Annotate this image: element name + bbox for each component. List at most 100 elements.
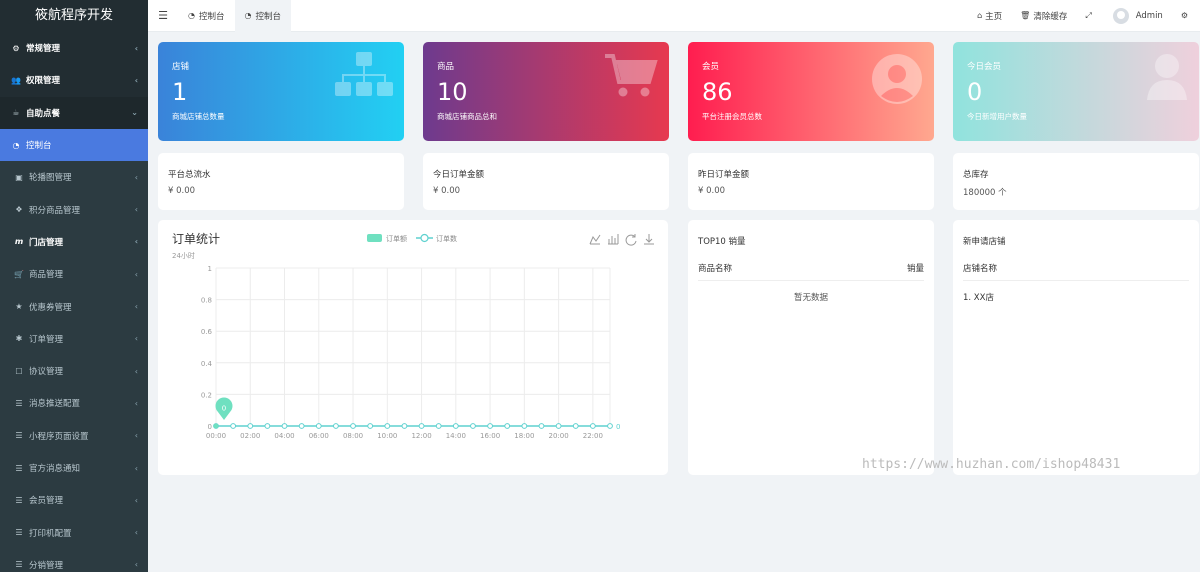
sidebar-item-8[interactable]: ★ 优惠券管理 ‹ bbox=[0, 290, 148, 323]
sidebar-item-7[interactable]: 🛒 商品管理 ‹ bbox=[0, 258, 148, 291]
column-header-shop: 店铺名称 bbox=[963, 264, 998, 274]
tab-dashboard-1[interactable]: ◔ 控制台 bbox=[178, 0, 235, 32]
gears-icon: ⚙ bbox=[1180, 11, 1188, 20]
sidebar-item-label: 自助点餐 bbox=[26, 108, 61, 119]
data-point bbox=[572, 423, 579, 429]
image-icon: ▣ bbox=[15, 172, 23, 182]
sidebar-item-4[interactable]: ▣ 轮播图管理 ‹ bbox=[0, 161, 148, 194]
data-point bbox=[333, 423, 339, 429]
data-point bbox=[589, 423, 596, 429]
user-name: Admin bbox=[1135, 10, 1163, 21]
chart-subtitle: 24小时 bbox=[172, 251, 195, 260]
info-label: 总库存 bbox=[963, 170, 989, 180]
x-tick-label: 02:00 bbox=[240, 432, 260, 440]
chevron-down-icon: ⌄ bbox=[131, 108, 138, 118]
data-point-order-amount bbox=[213, 423, 219, 429]
bar-chart-icon[interactable] bbox=[608, 234, 619, 245]
x-tick-label: 12:00 bbox=[411, 432, 431, 440]
data-point bbox=[504, 423, 511, 429]
panel-title: TOP10 销量 bbox=[698, 237, 746, 247]
sidebar-item-2[interactable]: ☕ 自助点餐 ⌄ bbox=[0, 96, 148, 129]
home-icon: ⌂ bbox=[977, 11, 983, 20]
markpoint-label: 0 bbox=[222, 405, 226, 413]
tab-label: 控制台 bbox=[198, 11, 225, 22]
stat-card-shops: 店铺 1 商城店铺总数量 bbox=[158, 42, 404, 141]
table-header: 商品名称 销量 bbox=[698, 262, 924, 281]
x-tick-label: 20:00 bbox=[549, 432, 569, 440]
column-header-sales: 销量 bbox=[906, 264, 924, 274]
x-tick-label: 18:00 bbox=[514, 432, 534, 440]
sidebar-item-11[interactable]: ☰ 消息推送配置 ‹ bbox=[0, 387, 148, 420]
sidebar-item-14[interactable]: ☰ 会员管理 ‹ bbox=[0, 484, 148, 517]
header-right: ⌂ 主页 🗑 清除缓存 ⤢ Admin ⚙ bbox=[968, 0, 1200, 32]
legend-label-order-count: 订单数 bbox=[436, 234, 457, 243]
cart-icon: 🛒 bbox=[14, 269, 24, 279]
data-point bbox=[315, 423, 322, 429]
list-icon: ☰ bbox=[15, 495, 23, 505]
sidebar-item-9[interactable]: ✱ 订单管理 ‹ bbox=[0, 322, 148, 355]
settings-button[interactable]: ⚙ bbox=[1172, 0, 1200, 32]
legend-marker-order-count bbox=[420, 233, 429, 243]
sitemap-icon bbox=[335, 52, 393, 96]
sidebar-item-5[interactable]: ❖ 积分商品管理 ‹ bbox=[0, 193, 148, 226]
sidebar-item-13[interactable]: ☰ 官方消息通知 ‹ bbox=[0, 451, 148, 485]
info-value: ¥ 0.00 bbox=[433, 186, 461, 196]
info-label: 今日订单金额 bbox=[433, 170, 485, 180]
sidebar-item-6[interactable]: m 门店管理 ‹ bbox=[0, 225, 148, 259]
data-point bbox=[298, 423, 305, 429]
legend-label-order-amount: 订单额 bbox=[386, 234, 407, 243]
sidebar-item-15[interactable]: ☰ 打印机配置 ‹ bbox=[0, 516, 148, 549]
dashboard-icon: ◔ bbox=[244, 11, 252, 20]
user-menu[interactable]: Admin bbox=[1104, 0, 1172, 32]
sidebar-item-12[interactable]: ☰ 小程序页面设置 ‹ bbox=[0, 419, 148, 452]
chevron-left-icon: ‹ bbox=[134, 172, 138, 182]
info-value: 180000 个 bbox=[963, 188, 1007, 198]
list-item[interactable]: 1. XX店 bbox=[963, 291, 1189, 303]
sidebar-item-label: 门店管理 bbox=[29, 237, 64, 248]
gift-icon: ❖ bbox=[15, 205, 23, 215]
data-point bbox=[470, 423, 476, 429]
data-point bbox=[367, 423, 374, 429]
sidebar-item-3[interactable]: ◔ 控制台 bbox=[0, 128, 148, 162]
sidebar-item-1[interactable]: 👥 权限管理 ‹ bbox=[0, 64, 148, 96]
chevron-left-icon: ‹ bbox=[134, 560, 138, 570]
top10-sales-panel: TOP10 销量 商品名称 销量 暂无数据 bbox=[688, 220, 934, 475]
sidebar-item-10[interactable]: ☐ 协议管理 ‹ bbox=[0, 354, 148, 388]
x-tick-label: 10:00 bbox=[377, 432, 397, 440]
star-icon: ★ bbox=[15, 302, 23, 312]
info-total-stock: 总库存 180000 个 bbox=[953, 153, 1199, 210]
chevron-left-icon: ‹ bbox=[134, 43, 138, 53]
menu-toggle-icon[interactable]: ☰ bbox=[148, 9, 178, 22]
sidebar-item-0[interactable]: ⚙ 常规管理 ‹ bbox=[0, 32, 148, 64]
user-circle-icon bbox=[872, 54, 922, 104]
sidebar-item-label: 轮播图管理 bbox=[29, 173, 72, 184]
column-header-product: 商品名称 bbox=[698, 264, 733, 274]
chevron-left-icon: ‹ bbox=[134, 463, 138, 473]
list-icon: ☰ bbox=[15, 463, 23, 473]
data-point bbox=[521, 423, 528, 429]
coffee-icon: ☕ bbox=[12, 108, 20, 118]
clear-cache-button[interactable]: 🗑 清除缓存 bbox=[1011, 0, 1076, 32]
line-chart-icon[interactable] bbox=[589, 234, 601, 245]
data-point bbox=[384, 423, 391, 429]
sidebar-item-label: 控制台 bbox=[26, 141, 52, 152]
data-point bbox=[555, 423, 562, 429]
tab-dashboard-2[interactable]: ◔ 控制台 bbox=[234, 0, 291, 32]
panel-title: 新申请店铺 bbox=[963, 237, 1006, 247]
home-button[interactable]: ⌂ 主页 bbox=[968, 0, 1011, 32]
fullscreen-button[interactable]: ⤢ bbox=[1076, 0, 1103, 32]
tab-label: 控制台 bbox=[255, 11, 281, 22]
top-header: ☰ ◔ 控制台 ◔ 控制台 ⌂ 主页 🗑 清除缓存 ⤢ Admin ⚙ bbox=[148, 0, 1200, 32]
user-icon bbox=[1147, 54, 1187, 100]
dashboard-icon: ◔ bbox=[12, 140, 20, 150]
sidebar-item-16[interactable]: ☰ 分销管理 ‹ bbox=[0, 548, 148, 572]
y-tick-label: 0.8 bbox=[201, 297, 212, 305]
download-icon[interactable] bbox=[644, 234, 654, 245]
x-tick-label: 16:00 bbox=[480, 432, 500, 440]
avatar bbox=[1112, 7, 1129, 24]
y-tick-label: 0.6 bbox=[201, 328, 213, 336]
refresh-icon[interactable] bbox=[625, 234, 637, 246]
chevron-left-icon: ‹ bbox=[134, 431, 138, 441]
watermark-text: https://www.huzhan.com/ishop48431 bbox=[862, 457, 1121, 472]
chevron-left-icon: ‹ bbox=[134, 495, 138, 505]
